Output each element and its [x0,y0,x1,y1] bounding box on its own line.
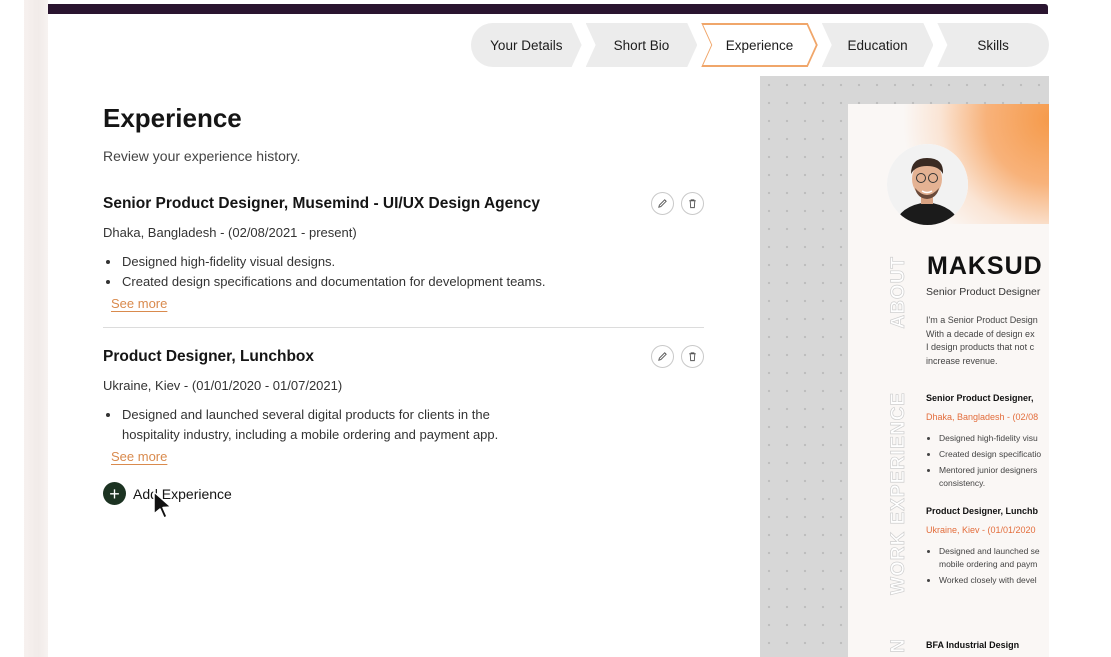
step-label: Experience [725,37,794,53]
divider [103,327,704,328]
window-top-bar [48,4,1048,14]
step-label: Skills [977,37,1009,53]
step-your-details[interactable]: Your Details [471,23,582,67]
see-more-link[interactable]: See more [111,449,167,464]
step-label: Your Details [490,37,563,53]
see-more-link[interactable]: See more [111,296,167,311]
resume-section-work: WORK EXPERIENCE [888,392,910,596]
resume-section-education: N [888,638,910,653]
step-skills[interactable]: Skills [937,23,1049,67]
resume-job-title: Senior Product Designer, [926,393,1034,403]
delete-icon [689,352,696,362]
app-left-edge [24,0,48,657]
experience-bullets: Designed and launched several digital pr… [103,405,704,445]
resume-preview: ABOUT MAKSUD Senior Product Designer I'm… [848,104,1049,657]
resume-job-meta: Dhaka, Bangladesh - (02/08 [926,412,1039,422]
experience-bullet: Designed and launched several digital pr… [121,405,704,445]
resume-section-about: ABOUT [888,256,910,329]
step-navigation: Your Details Short Bio Experience Educat… [471,23,1049,68]
page-title: Experience [103,103,242,133]
delete-icon [689,199,696,209]
add-experience-label: Add Experience [133,485,232,502]
resume-job-meta: Ukraine, Kiev - (01/01/2020 [926,525,1036,535]
edit-button[interactable] [651,345,674,368]
resume-job-bullets: Designed high-fidelity visu Created desi… [928,432,1041,493]
resume-name: MAKSUD [927,252,1043,280]
experience-meta: Ukraine, Kiev - (01/01/2020 - 01/07/2021… [103,378,343,393]
plus-icon: + [103,482,126,505]
experience-form: Experience Review your experience histor… [48,76,760,657]
delete-button[interactable] [681,192,704,215]
experience-bullet: Designed high-fidelity visual designs. [121,252,704,272]
experience-meta: Dhaka, Bangladesh - (02/08/2021 - presen… [103,225,357,240]
edit-icon [658,352,667,361]
resume-job-bullets: Designed and launched semobile ordering … [928,545,1040,590]
experience-item: Product Designer, Lunchbox Ukraine, Kiev… [103,348,704,466]
experience-bullet: Created design specifications and docume… [121,272,704,292]
step-label: Education [847,37,908,53]
resume-about-text: I'm a Senior Product Design With a decad… [926,315,1038,366]
cursor-icon [153,491,172,519]
delete-button[interactable] [681,345,704,368]
edit-button[interactable] [651,192,674,215]
step-education[interactable]: Education [822,23,934,67]
step-experience[interactable]: Experience [701,23,818,67]
experience-title: Product Designer, Lunchbox [103,348,314,365]
experience-bullets: Designed high-fidelity visual designs. C… [103,252,704,292]
step-short-bio[interactable]: Short Bio [586,23,698,67]
experience-title: Senior Product Designer, Musemind - UI/U… [103,195,540,212]
page-subtitle: Review your experience history. [103,148,301,164]
step-label: Short Bio [613,37,670,53]
avatar [887,144,968,225]
resume-education-school: BFA Industrial Design [926,640,1020,650]
edit-icon [658,199,667,208]
resume-job-title: Product Designer, Lunchb [926,506,1039,516]
resume-role: Senior Product Designer [926,286,1041,298]
experience-item: Senior Product Designer, Musemind - UI/U… [103,195,704,313]
